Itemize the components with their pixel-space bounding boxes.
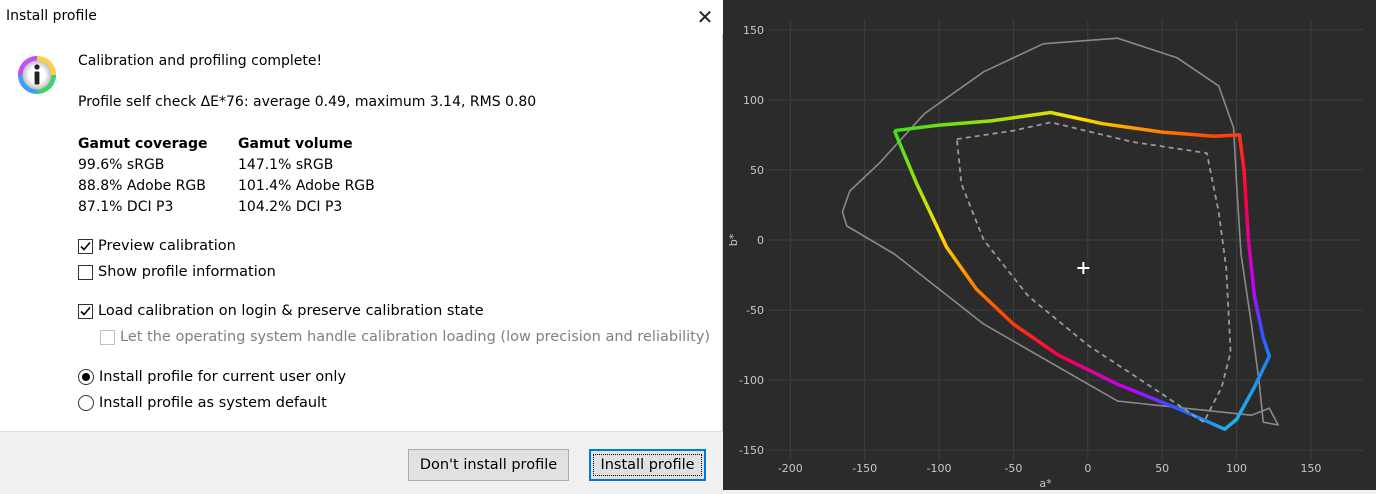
title-bar: Install profile ✕	[0, 0, 723, 34]
install-current-user-label: Install profile for current user only	[99, 369, 347, 385]
y-tick-label: 100	[743, 94, 764, 107]
info-icon	[18, 56, 56, 94]
spectral-locus-outline	[841, 37, 1279, 426]
x-tick-label: -100	[927, 462, 952, 475]
y-tick-label: -100	[739, 374, 764, 387]
x-tick-label: 150	[1300, 462, 1321, 475]
x-tick-label: -50	[1004, 462, 1022, 475]
gamut-coverage-block: Gamut coverage 99.6% sRGB 88.8% Adobe RG…	[78, 134, 207, 218]
install-button-label: Install profile	[593, 454, 702, 476]
y-tick-label: -150	[739, 444, 764, 457]
install-system-default-radio[interactable]: Install profile as system default	[78, 395, 327, 411]
checkbox-checked-icon[interactable]	[78, 238, 93, 254]
os-handle-calibration-label: Let the operating system handle calibrat…	[120, 329, 711, 345]
volume-dci-p3: 104.2% DCI P3	[238, 199, 343, 215]
install-current-user-radio[interactable]: Install profile for current user only	[78, 369, 346, 385]
reference-gamut-outline	[956, 121, 1232, 424]
checkbox-checked-icon[interactable]	[78, 303, 93, 319]
x-tick-label: -200	[778, 462, 803, 475]
x-tick-label: -150	[852, 462, 877, 475]
gamut-volume-header: Gamut volume	[238, 136, 353, 152]
coverage-srgb: 99.6% sRGB	[78, 157, 165, 173]
y-tick-label: 50	[750, 164, 764, 177]
install-system-default-label: Install profile as system default	[99, 395, 327, 411]
install-button[interactable]: Install profile	[589, 449, 706, 481]
show-profile-info-checkbox[interactable]: Show profile information	[78, 264, 276, 280]
volume-adobe-rgb: 101.4% Adobe RGB	[238, 178, 375, 194]
button-bar: Don't install profile Install profile	[0, 431, 723, 491]
x-tick-label: 50	[1155, 462, 1169, 475]
y-axis-label: b*	[727, 233, 740, 246]
checkbox-unchecked-icon[interactable]	[78, 264, 93, 280]
checkbox-disabled-icon	[100, 329, 115, 345]
window-title: Install profile	[6, 8, 97, 24]
volume-srgb: 147.1% sRGB	[238, 157, 334, 173]
load-calibration-checkbox[interactable]: Load calibration on login & preserve cal…	[78, 303, 484, 319]
radio-selected-icon[interactable]	[78, 369, 94, 385]
os-handle-calibration-checkbox: Let the operating system handle calibrat…	[100, 329, 710, 345]
x-tick-label: 0	[1084, 462, 1091, 475]
y-tick-label: 0	[757, 234, 764, 247]
radio-unselected-icon[interactable]	[78, 395, 94, 411]
self-check-text: Profile self check ΔE*76: average 0.49, …	[78, 94, 537, 110]
x-tick-label: 100	[1226, 462, 1247, 475]
close-icon[interactable]: ✕	[688, 0, 722, 34]
preview-calibration-label: Preview calibration	[98, 238, 236, 254]
gamut-chart: -200 -150 -100 -50 0 50 100 150 150 100 50 0 -50 -100…	[723, 0, 1376, 490]
gamut-plot: -200 -150 -100 -50 0 50 100 150 150 100 50 0 -50 -100…	[727, 20, 1363, 490]
gamut-coverage-header: Gamut coverage	[78, 136, 208, 152]
show-profile-info-label: Show profile information	[98, 264, 276, 280]
x-axis-label: a*	[1039, 477, 1052, 490]
preview-calibration-checkbox[interactable]: Preview calibration	[78, 238, 236, 254]
headline-text: Calibration and profiling complete!	[78, 53, 323, 69]
y-tick-label: 150	[743, 24, 764, 37]
load-calibration-label: Load calibration on login & preserve cal…	[98, 303, 484, 319]
gamut-volume-block: Gamut volume 147.1% sRGB 101.4% Adobe RG…	[238, 134, 375, 218]
coverage-dci-p3: 87.1% DCI P3	[78, 199, 174, 215]
y-tick-label: -50	[746, 304, 764, 317]
dont-install-button[interactable]: Don't install profile	[408, 449, 569, 481]
coverage-adobe-rgb: 88.8% Adobe RGB	[78, 178, 206, 194]
install-profile-dialog: Install profile ✕ Calibration and profil…	[0, 0, 723, 491]
display-gamut-outline	[892, 110, 1272, 431]
